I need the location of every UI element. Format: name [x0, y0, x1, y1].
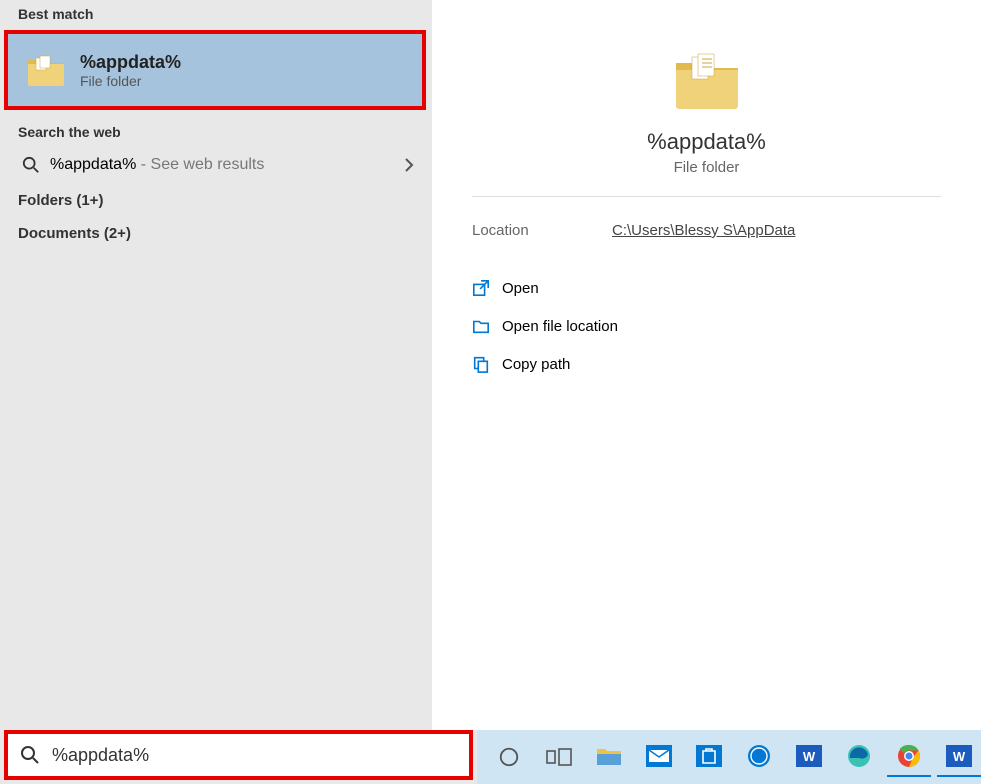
- action-copy-path[interactable]: Copy path: [472, 345, 941, 383]
- action-open-location[interactable]: Open file location: [472, 307, 941, 345]
- folder-icon: [26, 50, 66, 90]
- chrome-icon[interactable]: [887, 737, 931, 777]
- word-icon[interactable]: W: [787, 737, 831, 777]
- mail-icon[interactable]: [637, 737, 681, 777]
- store-icon[interactable]: [687, 737, 731, 777]
- cortana-icon[interactable]: [487, 737, 531, 777]
- search-web-header: Search the web: [0, 118, 432, 146]
- preview-subtitle: File folder: [674, 159, 740, 176]
- dell-icon[interactable]: [737, 737, 781, 777]
- chevron-right-icon: [404, 158, 414, 172]
- best-match-item[interactable]: %appdata% File folder: [4, 30, 426, 110]
- search-bar[interactable]: [4, 730, 473, 780]
- task-view-icon[interactable]: [537, 737, 581, 777]
- best-match-title: %appdata%: [80, 52, 181, 73]
- edge-icon[interactable]: [837, 737, 881, 777]
- search-icon: [18, 156, 44, 174]
- svg-text:W: W: [803, 749, 816, 764]
- web-result-query: %appdata%: [50, 156, 136, 173]
- web-result-row[interactable]: %appdata% - See web results: [0, 146, 432, 184]
- file-explorer-icon[interactable]: [587, 737, 631, 777]
- svg-text:W: W: [953, 749, 966, 764]
- category-folders[interactable]: Folders (1+): [0, 184, 432, 217]
- best-match-header: Best match: [0, 0, 432, 28]
- winword-icon[interactable]: W: [937, 737, 981, 777]
- open-icon: [472, 279, 502, 297]
- web-result-suffix: - See web results: [136, 156, 264, 173]
- preview-title: %appdata%: [647, 129, 766, 155]
- action-label: Open file location: [502, 318, 618, 335]
- search-icon: [8, 745, 52, 765]
- action-open[interactable]: Open: [472, 269, 941, 307]
- action-label: Open: [502, 280, 539, 297]
- action-label: Copy path: [502, 356, 570, 373]
- location-label: Location: [472, 222, 612, 239]
- location-link[interactable]: C:\Users\Blessy S\AppData: [612, 222, 795, 239]
- taskbar: W W: [477, 730, 981, 784]
- search-input[interactable]: [52, 745, 469, 766]
- folder-open-icon: [472, 317, 502, 335]
- copy-icon: [472, 355, 502, 373]
- category-documents[interactable]: Documents (2+): [0, 217, 432, 250]
- best-match-subtitle: File folder: [80, 73, 181, 89]
- folder-icon-large: [672, 45, 742, 115]
